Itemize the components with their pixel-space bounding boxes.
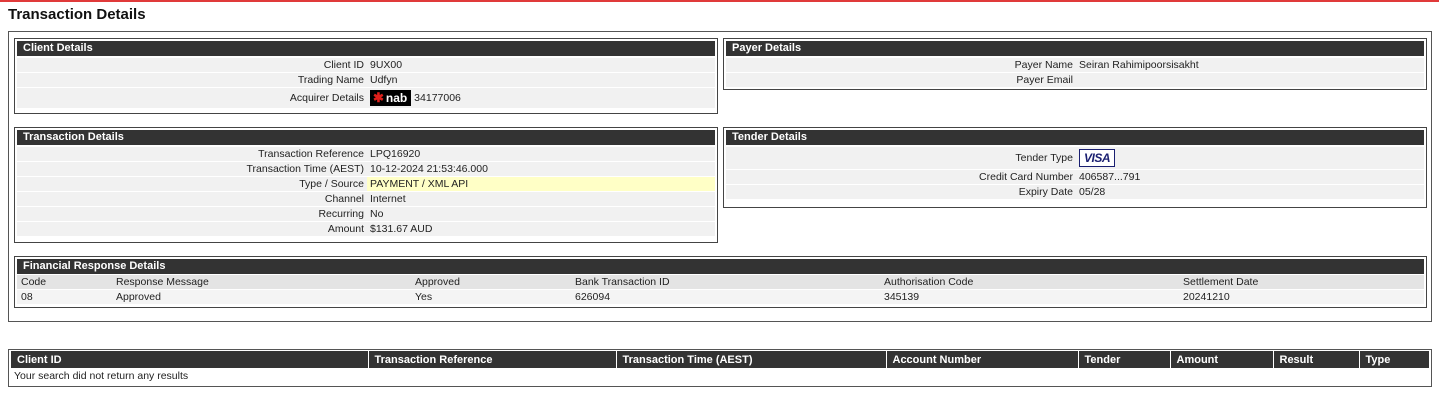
- transaction-time-label: Transaction Time (AEST): [17, 162, 367, 176]
- bank-transaction-id-value: 626094: [571, 290, 880, 304]
- financial-response-header-row: Code Response Message Approved Bank Tran…: [17, 275, 1424, 289]
- approved-value: Yes: [411, 290, 571, 304]
- financial-response-table: Code Response Message Approved Bank Tran…: [17, 274, 1424, 305]
- client-id-row: Client ID 9UX00: [17, 58, 715, 72]
- payer-name-label: Payer Name: [726, 58, 1076, 72]
- amount-label: Amount: [17, 222, 367, 236]
- transaction-details-header: Transaction Details: [17, 130, 715, 145]
- column-header-bank-transaction-id: Bank Transaction ID: [571, 275, 880, 289]
- column-header-type[interactable]: Type: [1359, 351, 1429, 368]
- channel-value: Internet: [367, 192, 715, 206]
- credit-card-number-label: Credit Card Number: [726, 170, 1076, 184]
- trading-name-row: Trading Name Udfyn: [17, 73, 715, 87]
- financial-response-panel: Financial Response Details Code Response…: [14, 256, 1427, 308]
- client-id-label: Client ID: [17, 58, 367, 72]
- column-header-amount[interactable]: Amount: [1170, 351, 1274, 368]
- empty-results-row: Your search did not return any results: [11, 368, 1429, 384]
- type-source-row: Type / Source PAYMENT / XML API: [17, 177, 715, 191]
- tender-details-table: Tender Type VISA Credit Card Number 4065…: [726, 146, 1424, 200]
- tender-type-row: Tender Type VISA: [726, 147, 1424, 169]
- column-header-transaction-time[interactable]: Transaction Time (AEST): [616, 351, 887, 368]
- transaction-time-row: Transaction Time (AEST) 10-12-2024 21:53…: [17, 162, 715, 176]
- credit-card-number-value: 406587...791: [1076, 170, 1424, 184]
- search-results-header-row: Client ID Transaction Reference Transact…: [11, 351, 1429, 368]
- payer-name-row: Payer Name Seiran Rahimipoorsisakht: [726, 58, 1424, 72]
- column-header-tender[interactable]: Tender: [1078, 351, 1171, 368]
- column-header-response-message: Response Message: [112, 275, 411, 289]
- column-header-account-number[interactable]: Account Number: [886, 351, 1079, 368]
- transaction-details-panel: Transaction Details Transaction Referenc…: [14, 127, 718, 243]
- expiry-date-label: Expiry Date: [726, 185, 1076, 199]
- payer-email-value: [1076, 73, 1424, 87]
- expiry-date-value: 05/28: [1076, 185, 1424, 199]
- acquirer-details-label: Acquirer Details: [17, 88, 367, 108]
- transaction-details-container: Client Details Client ID 9UX00 Trading N…: [8, 31, 1432, 322]
- payer-details-panel: Payer Details Payer Name Seiran Rahimipo…: [723, 38, 1427, 90]
- tender-details-panel: Tender Details Tender Type VISA Credit C…: [723, 127, 1427, 208]
- recurring-row: Recurring No: [17, 207, 715, 221]
- search-results-panel: Client ID Transaction Reference Transact…: [8, 349, 1432, 387]
- column-header-transaction-reference[interactable]: Transaction Reference: [368, 351, 617, 368]
- acquirer-details-value: 34177006: [414, 91, 461, 104]
- payer-details-table: Payer Name Seiran Rahimipoorsisakht Paye…: [726, 57, 1424, 88]
- page-title: Transaction Details: [8, 6, 146, 23]
- transaction-details-table: Transaction Reference LPQ16920 Transacti…: [17, 146, 715, 237]
- payer-details-header: Payer Details: [726, 41, 1424, 56]
- type-source-label: Type / Source: [17, 177, 367, 191]
- transaction-reference-label: Transaction Reference: [17, 147, 367, 161]
- column-header-code: Code: [17, 275, 112, 289]
- column-header-authorisation-code: Authorisation Code: [880, 275, 1179, 289]
- trading-name-value: Udfyn: [367, 73, 715, 87]
- client-id-value: 9UX00: [367, 58, 715, 72]
- transaction-time-value: 10-12-2024 21:53:46.000: [367, 162, 715, 176]
- credit-card-number-row: Credit Card Number 406587...791: [726, 170, 1424, 184]
- transaction-reference-value: LPQ16920: [367, 147, 715, 161]
- acquirer-details-row: Acquirer Details ✱ nab 34177006: [17, 88, 715, 108]
- recurring-label: Recurring: [17, 207, 367, 221]
- tender-type-label: Tender Type: [726, 147, 1076, 169]
- channel-row: Channel Internet: [17, 192, 715, 206]
- type-source-value: PAYMENT / XML API: [367, 177, 715, 191]
- client-details-header: Client Details: [17, 41, 715, 56]
- search-results-table: Client ID Transaction Reference Transact…: [11, 351, 1429, 384]
- settlement-date-value: 20241210: [1179, 290, 1424, 304]
- code-value: 08: [17, 290, 112, 304]
- amount-row: Amount $131.67 AUD: [17, 222, 715, 236]
- empty-results-message: Your search did not return any results: [14, 370, 189, 382]
- transaction-reference-row: Transaction Reference LPQ16920: [17, 147, 715, 161]
- trading-name-label: Trading Name: [17, 73, 367, 87]
- recurring-value: No: [367, 207, 715, 221]
- payer-name-value: Seiran Rahimipoorsisakht: [1076, 58, 1424, 72]
- client-details-table: Client ID 9UX00 Trading Name Udfyn Acqui…: [17, 57, 715, 109]
- channel-label: Channel: [17, 192, 367, 206]
- column-header-client-id[interactable]: Client ID: [11, 351, 369, 368]
- column-header-settlement-date: Settlement Date: [1179, 275, 1424, 289]
- nab-logo-icon: ✱ nab: [370, 90, 412, 106]
- authorisation-code-value: 345139: [880, 290, 1179, 304]
- payer-email-row: Payer Email: [726, 73, 1424, 87]
- visa-logo-icon: VISA: [1079, 149, 1116, 167]
- client-details-panel: Client Details Client ID 9UX00 Trading N…: [14, 38, 718, 114]
- tender-details-header: Tender Details: [726, 130, 1424, 145]
- payer-email-label: Payer Email: [726, 73, 1076, 87]
- financial-response-header: Financial Response Details: [17, 259, 1424, 274]
- column-header-result[interactable]: Result: [1273, 351, 1360, 368]
- amount-value: $131.67 AUD: [367, 222, 715, 236]
- table-row: 08 Approved Yes 626094 345139 20241210: [17, 290, 1424, 304]
- expiry-date-row: Expiry Date 05/28: [726, 185, 1424, 199]
- response-message-value: Approved: [112, 290, 411, 304]
- top-accent-bar: [0, 0, 1439, 2]
- column-header-approved: Approved: [411, 275, 571, 289]
